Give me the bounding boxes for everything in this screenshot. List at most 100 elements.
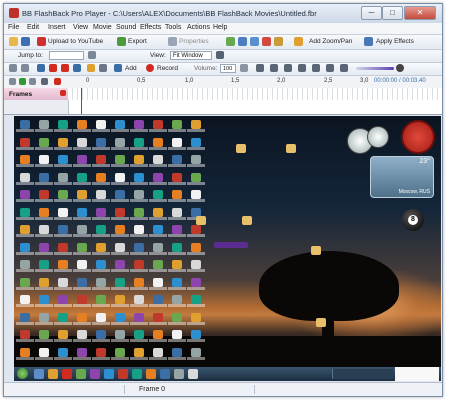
desktop-icon[interactable]	[92, 207, 110, 220]
playhead[interactable]	[81, 88, 82, 114]
minimize-button[interactable]: ─	[361, 6, 382, 20]
desktop-icon[interactable]	[73, 120, 91, 132]
insert-shape-icon[interactable]	[274, 37, 283, 46]
desktop-icon[interactable]	[130, 330, 148, 342]
next-icon[interactable]	[29, 78, 36, 85]
undo-icon[interactable]	[9, 64, 17, 72]
desktop-icon[interactable]	[73, 295, 91, 307]
zoom-pan-icon[interactable]	[294, 37, 303, 46]
add-button[interactable]: Add	[125, 65, 137, 72]
desktop-icon[interactable]	[149, 242, 167, 255]
desktop-icon[interactable]	[111, 347, 129, 360]
taskbar-app-icon[interactable]	[146, 369, 156, 379]
desktop-icon[interactable]	[73, 312, 91, 325]
desktop-icon[interactable]	[16, 120, 34, 132]
desktop-icon[interactable]	[130, 242, 148, 255]
frames-track[interactable]: Frames	[4, 88, 442, 115]
desktop-icon[interactable]	[35, 225, 53, 237]
desktop-icon[interactable]	[149, 295, 167, 307]
desktop-icon[interactable]	[168, 207, 186, 220]
desktop-icon[interactable]	[16, 155, 34, 167]
desktop-icon[interactable]	[16, 190, 34, 202]
add-zoom-pan-button[interactable]: Add Zoom/Pan	[309, 38, 352, 45]
desktop-icon[interactable]	[130, 312, 148, 325]
desktop-icon[interactable]	[130, 207, 148, 220]
desktop-icon[interactable]	[111, 155, 129, 167]
maximize-button[interactable]: □	[382, 6, 403, 20]
desktop-icon[interactable]	[92, 260, 110, 272]
prev-icon[interactable]	[9, 78, 16, 85]
taskbar-app-icon[interactable]	[34, 369, 44, 379]
taskbar-app-icon[interactable]	[188, 369, 198, 379]
apply-effects-icon[interactable]	[364, 37, 373, 46]
desktop-icon[interactable]	[149, 172, 167, 185]
desktop-icon[interactable]	[16, 242, 34, 255]
desktop-icon[interactable]	[149, 225, 167, 237]
split-icon[interactable]	[340, 64, 348, 72]
properties-icon[interactable]	[168, 37, 177, 46]
desktop-icon[interactable]	[16, 347, 34, 360]
desktop-icon[interactable]	[54, 207, 72, 220]
desktop-icon[interactable]	[35, 172, 53, 185]
desktop-icon[interactable]	[187, 312, 205, 325]
desktop-icon[interactable]	[187, 295, 205, 307]
desktop-icon[interactable]	[92, 120, 110, 132]
desktop-icon[interactable]	[54, 347, 72, 360]
desktop-icon[interactable]	[35, 312, 53, 325]
fit-icon[interactable]	[216, 51, 224, 59]
speaker-icon[interactable]	[256, 64, 264, 72]
desktop-icon[interactable]	[149, 277, 167, 290]
desktop-icon[interactable]	[111, 277, 129, 290]
taskbar-app-icon[interactable]	[76, 369, 86, 379]
desktop-icon[interactable]	[130, 277, 148, 290]
desktop-folder-icon[interactable]	[240, 216, 254, 228]
movie-canvas[interactable]: 23° Moscow, RUS 8	[14, 116, 441, 381]
add-icon[interactable]	[114, 64, 122, 72]
arrow-icon[interactable]	[99, 64, 107, 72]
desktop-icon[interactable]	[130, 347, 148, 360]
desktop-icon[interactable]	[35, 260, 53, 272]
menu-file[interactable]: File	[8, 24, 19, 31]
desktop-icon[interactable]	[35, 295, 53, 307]
desktop-icon[interactable]	[35, 347, 53, 360]
desktop-icon[interactable]	[149, 120, 167, 132]
desktop-icon[interactable]	[54, 242, 72, 255]
sound-settings-icon[interactable]	[270, 64, 278, 72]
desktop-icon[interactable]	[130, 260, 148, 272]
desktop-icon[interactable]	[35, 120, 53, 132]
desktop-icon[interactable]	[16, 277, 34, 290]
desktop-icon[interactable]	[168, 242, 186, 255]
paste-icon[interactable]	[87, 64, 95, 72]
desktop-icon[interactable]	[73, 330, 91, 342]
desktop-icon[interactable]	[92, 155, 110, 167]
desktop-icon[interactable]	[35, 330, 53, 342]
desktop-icon[interactable]	[168, 120, 186, 132]
check-icon[interactable]	[226, 37, 235, 46]
gear-icon[interactable]	[298, 64, 306, 72]
desktop-icon[interactable]	[92, 295, 110, 307]
desktop-icon[interactable]	[92, 225, 110, 237]
desktop-icon[interactable]	[111, 260, 129, 272]
desktop-icon[interactable]	[16, 295, 34, 307]
desktop-icon[interactable]	[111, 330, 129, 342]
desktop-icon[interactable]	[35, 207, 53, 220]
scissors-icon[interactable]	[326, 64, 334, 72]
desktop-icon[interactable]	[149, 137, 167, 150]
desktop-icon[interactable]	[73, 190, 91, 202]
menu-sound[interactable]: Sound	[116, 24, 136, 31]
desktop-icon[interactable]	[130, 155, 148, 167]
desktop-folder-icon[interactable]	[284, 144, 298, 156]
menu-view[interactable]: View	[73, 24, 88, 31]
desktop-folder-icon[interactable]	[234, 144, 248, 156]
desktop-icon[interactable]	[168, 295, 186, 307]
desktop-icon[interactable]	[92, 242, 110, 255]
desktop-icon[interactable]	[149, 312, 167, 325]
desktop-icon[interactable]	[130, 120, 148, 132]
taskbar-app-icon[interactable]	[174, 369, 184, 379]
desktop-icon[interactable]	[111, 190, 129, 202]
desktop-icon[interactable]	[187, 330, 205, 342]
desktop-icon[interactable]	[111, 312, 129, 325]
zoom-slider[interactable]	[356, 67, 394, 70]
desktop-icon[interactable]	[92, 137, 110, 150]
play-icon[interactable]	[19, 78, 26, 85]
